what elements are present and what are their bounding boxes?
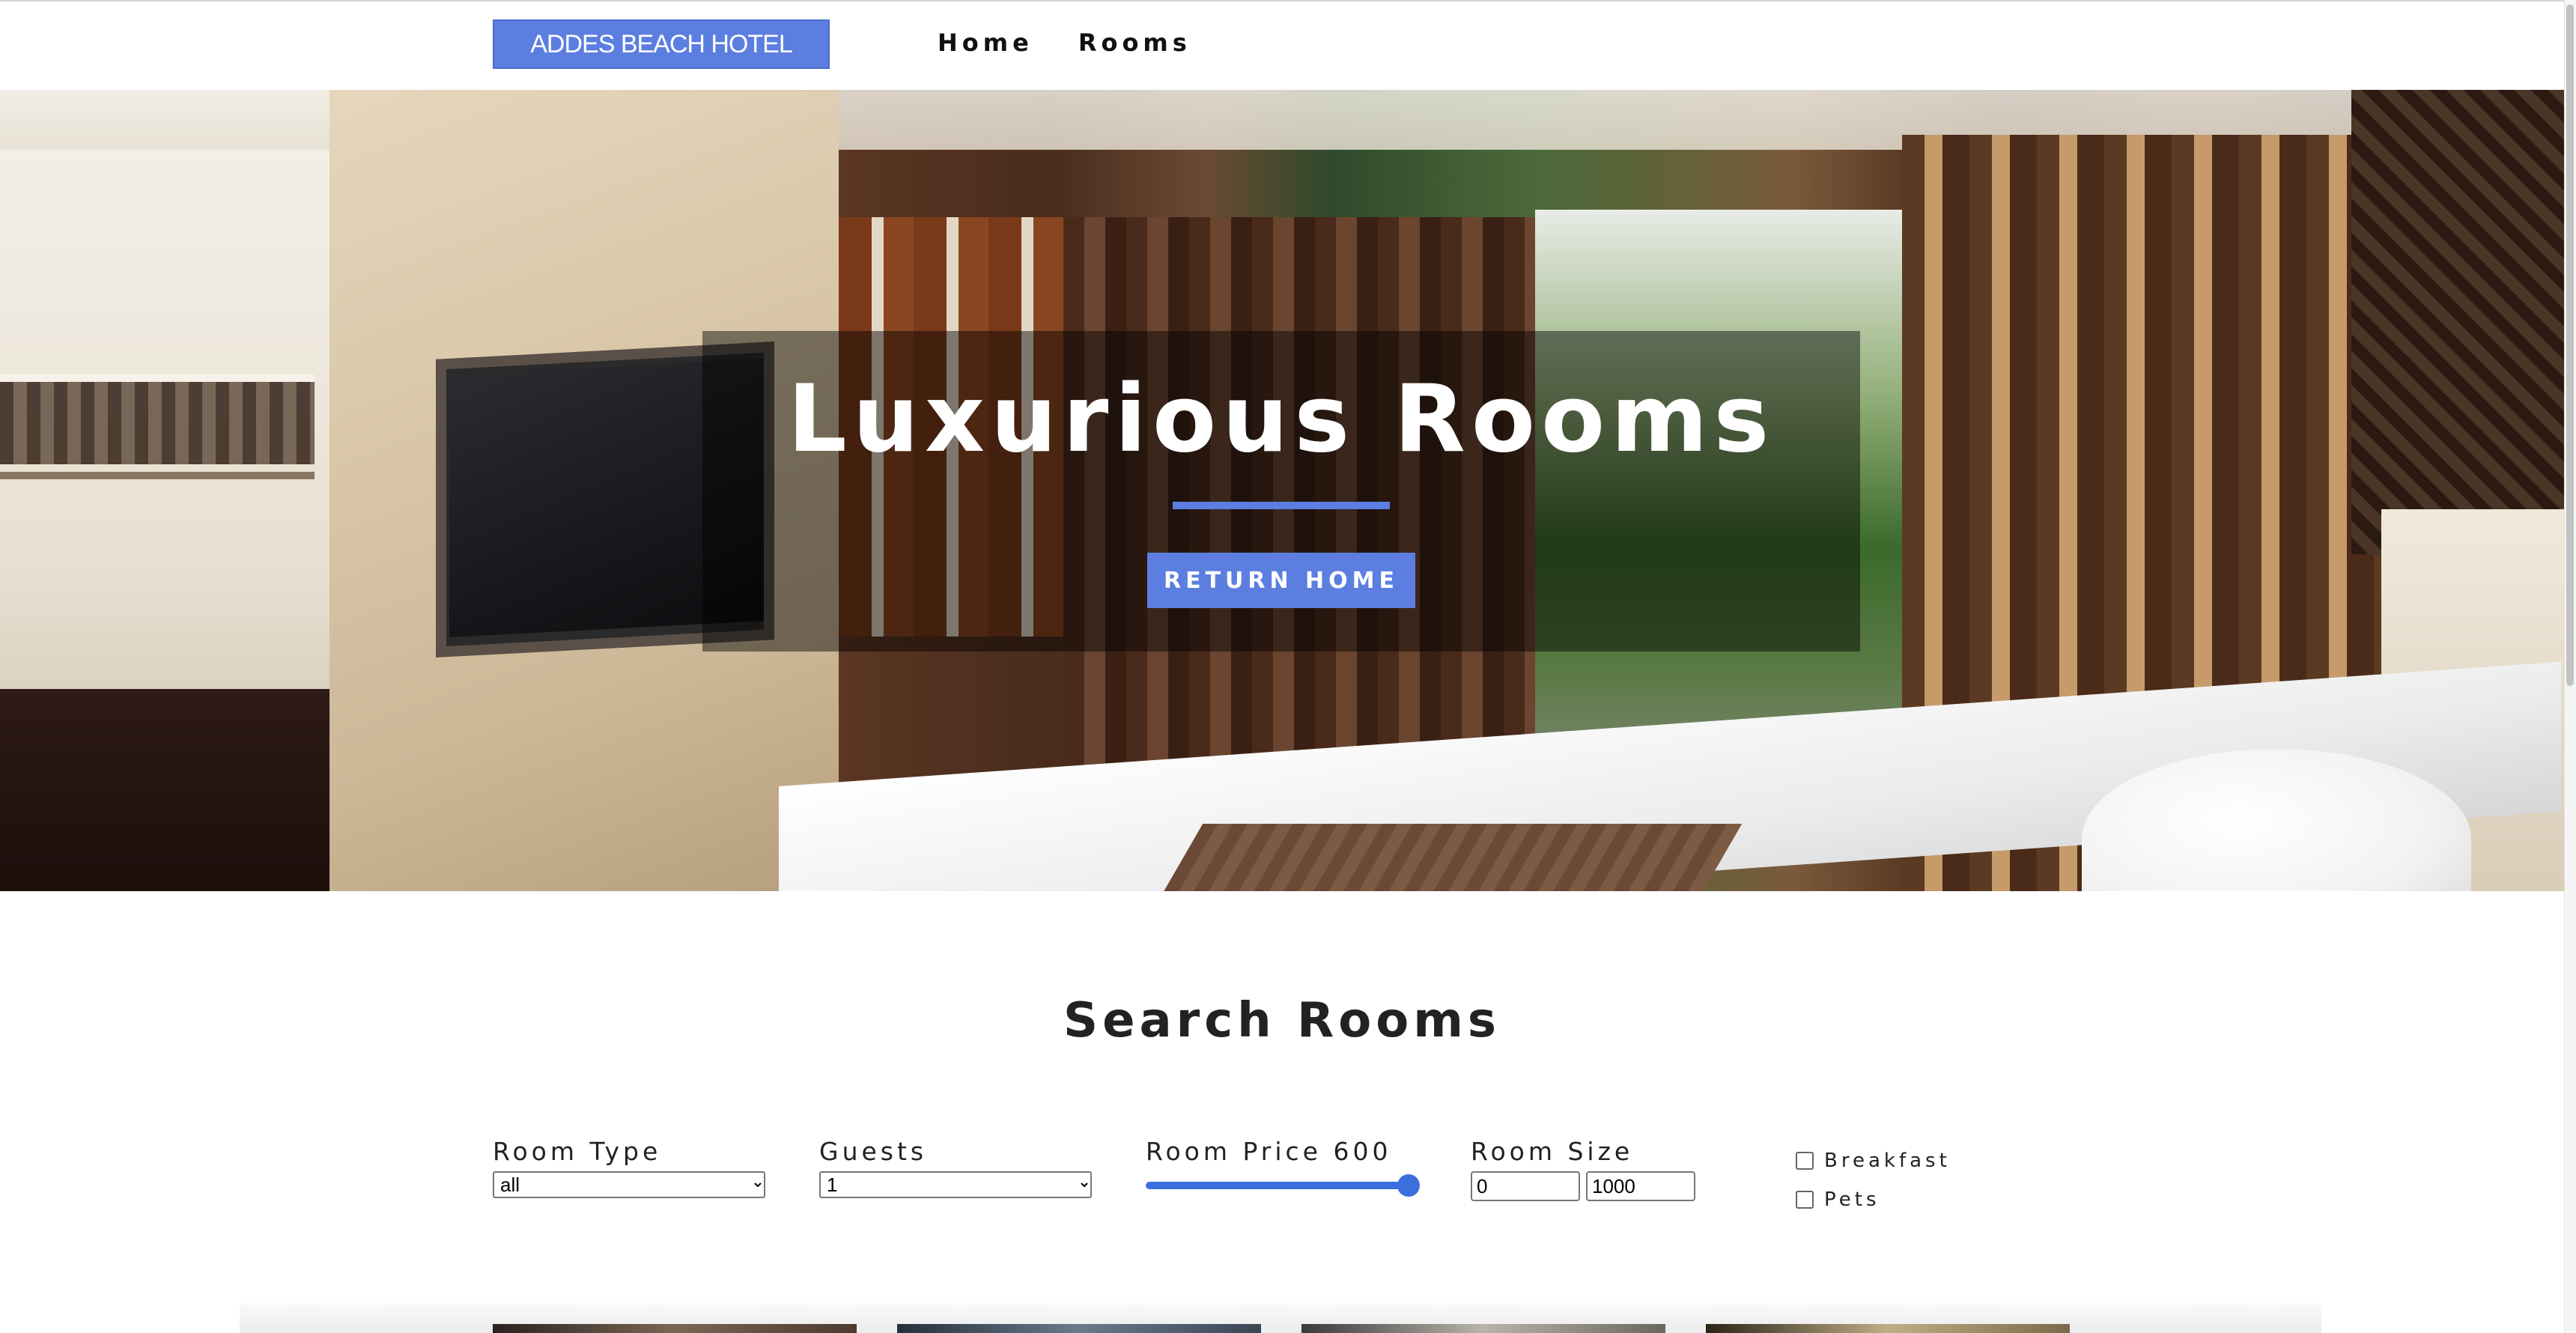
hero-image-wall-carving <box>2351 90 2564 554</box>
breakfast-checkbox[interactable] <box>1796 1152 1814 1170</box>
room-type-select[interactable]: all <box>493 1171 765 1198</box>
room-card[interactable] <box>1706 1324 2070 1333</box>
pets-label: Pets <box>1824 1188 1880 1211</box>
navbar: ADDES BEACH HOTEL Home Rooms <box>0 1 2564 90</box>
hero-image-cabinet <box>0 689 374 891</box>
pets-option: Pets <box>1796 1180 1951 1219</box>
room-card[interactable] <box>897 1324 1261 1333</box>
room-size-inputs <box>1471 1171 1695 1201</box>
nav-link-home[interactable]: Home <box>938 28 1033 57</box>
return-home-button[interactable]: RETURN HOME <box>1147 553 1415 608</box>
room-card[interactable] <box>493 1324 857 1333</box>
hero-image-carved-panel <box>0 382 315 464</box>
guests-label: Guests <box>819 1137 928 1166</box>
room-size-filter: Room Size <box>1471 1137 1695 1201</box>
breakfast-option: Breakfast <box>1796 1141 1951 1180</box>
room-type-filter: Room Type all <box>493 1137 765 1198</box>
room-size-min-input[interactable] <box>1471 1171 1580 1201</box>
hero-title: Luxurious Rooms <box>787 365 1775 473</box>
room-card[interactable] <box>1301 1324 1665 1333</box>
room-price-slider[interactable] <box>1146 1171 1420 1198</box>
room-type-label: Room Type <box>493 1137 662 1166</box>
scrollbar-thumb[interactable] <box>2566 4 2574 686</box>
hotel-logo[interactable]: ADDES BEACH HOTEL <box>493 19 830 69</box>
hero-divider <box>1173 502 1390 509</box>
hero-image-bed-runner <box>1133 824 1743 891</box>
room-price-label: Room Price 600 <box>1146 1137 1392 1166</box>
room-size-label: Room Size <box>1471 1137 1634 1166</box>
room-size-max-input[interactable] <box>1586 1171 1695 1201</box>
slider-track <box>1146 1182 1408 1189</box>
guests-select[interactable]: 1 <box>819 1171 1092 1198</box>
nav-links: Home Rooms <box>938 28 1191 57</box>
amenities-filter: Breakfast Pets <box>1796 1141 1951 1219</box>
breakfast-label: Breakfast <box>1824 1150 1951 1172</box>
slider-thumb[interactable] <box>1397 1174 1420 1197</box>
pets-checkbox[interactable] <box>1796 1191 1814 1209</box>
nav-link-rooms[interactable]: Rooms <box>1078 28 1191 57</box>
room-price-filter: Room Price 600 <box>1146 1137 1420 1198</box>
search-rooms-title: Search Rooms <box>1063 993 1501 1048</box>
guests-filter: Guests 1 <box>819 1137 1092 1198</box>
